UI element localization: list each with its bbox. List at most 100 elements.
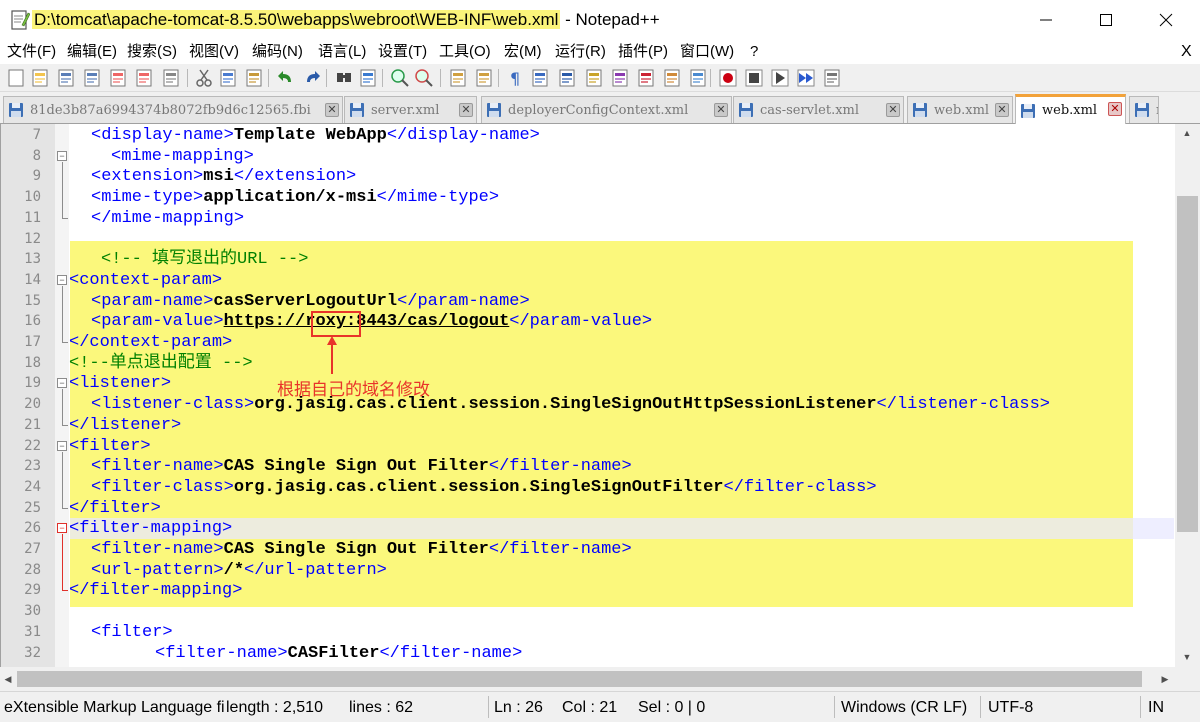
tab-close-icon[interactable]: ✕ (714, 103, 728, 117)
code-line[interactable]: 24 <filter-class>org.jasig.cas.client.ses… (1, 477, 1175, 498)
tab-close-icon[interactable]: ✕ (459, 103, 473, 117)
record-macro-icon[interactable] (718, 68, 738, 88)
menu-run[interactable]: 运行(R) (555, 42, 606, 62)
open-file-icon[interactable] (30, 68, 50, 88)
tab-close-icon[interactable]: ✕ (325, 103, 339, 117)
scroll-right-arrow-icon[interactable]: ▶ (1160, 674, 1170, 684)
code-line[interactable]: 27 <filter-name>CAS Single Sign Out Filte… (1, 539, 1175, 560)
scroll-up-arrow-icon[interactable]: ▲ (1182, 128, 1192, 138)
document-tab[interactable]: deployerConfigContext.xml ✕ (481, 96, 732, 123)
show-all-chars-icon[interactable] (530, 68, 550, 88)
menu-view[interactable]: 视图(V) (189, 42, 239, 62)
play-macro-icon[interactable] (770, 68, 790, 88)
paste-icon[interactable] (244, 68, 264, 88)
replace-icon[interactable] (358, 68, 378, 88)
document-tab[interactable]: web.xml ✕ (907, 96, 1013, 123)
find-icon[interactable] (334, 68, 354, 88)
minimize-button[interactable] (1016, 0, 1076, 40)
code-line[interactable]: 28 <url-pattern>/*</url-pattern> (1, 560, 1175, 581)
code-line[interactable]: 18 <!--单点退出配置 --> (1, 353, 1175, 374)
scroll-left-arrow-icon[interactable]: ◀ (3, 674, 13, 684)
sync-vertical-icon[interactable] (448, 68, 468, 88)
document-tab[interactable]: r (1129, 96, 1159, 123)
menu-window[interactable]: 窗口(W) (680, 42, 734, 62)
redo-icon[interactable] (302, 68, 322, 88)
code-line[interactable]: 12 (1, 229, 1175, 250)
menu-encoding[interactable]: 编码(N) (252, 42, 303, 62)
fold-toggle-icon[interactable]: − (57, 378, 67, 389)
code-line[interactable]: 15 <param-name>casServerLogoutUrl</param-… (1, 291, 1175, 312)
code-line[interactable]: 20 <listener-class>org.jasig.cas.client.s… (1, 394, 1175, 415)
url-value[interactable]: https://roxy:8443/cas/logout (224, 312, 510, 331)
zoom-in-icon[interactable] (390, 68, 410, 88)
code-line[interactable]: 9 <extension>msi</extension> (1, 166, 1175, 187)
code-line[interactable]: 7 <display-name>Template WebApp</display-… (1, 125, 1175, 146)
menu-plugins[interactable]: 插件(P) (618, 42, 668, 62)
menu-help[interactable]: ? (750, 42, 758, 62)
vertical-scrollbar[interactable]: ▲ ▼ (1175, 124, 1200, 667)
menu-file[interactable]: 文件(F) (7, 42, 56, 62)
code-line[interactable]: 8 <mime-mapping> − (1, 146, 1175, 167)
tab-close-icon[interactable]: ✕ (886, 103, 900, 117)
menu-tools[interactable]: 工具(O) (439, 42, 491, 62)
code-line[interactable]: 29 </filter-mapping> (1, 580, 1175, 601)
word-wrap-icon[interactable]: ¶ (506, 68, 526, 88)
code-line[interactable]: 21 </listener> (1, 415, 1175, 436)
code-line[interactable]: 16 <param-value>https://roxy:8443/cas/log… (1, 311, 1175, 332)
cut-icon[interactable] (194, 68, 214, 88)
code-line[interactable]: 30 (1, 601, 1175, 622)
code-line[interactable]: 14 <context-param> − (1, 270, 1175, 291)
stop-macro-icon[interactable] (744, 68, 764, 88)
monitoring-icon[interactable] (688, 68, 708, 88)
close-document-button[interactable]: X (1181, 42, 1192, 62)
save-all-icon[interactable] (82, 68, 102, 88)
menu-search[interactable]: 搜索(S) (127, 42, 177, 62)
undo-icon[interactable] (276, 68, 296, 88)
close-all-icon[interactable] (134, 68, 154, 88)
copy-icon[interactable] (218, 68, 238, 88)
code-line[interactable]: 25 </filter> (1, 498, 1175, 519)
code-line[interactable]: 32 <filter-name>CASFilter</filter-name> (1, 643, 1175, 664)
folder-as-workspace-icon[interactable] (662, 68, 682, 88)
function-list-icon[interactable] (636, 68, 656, 88)
menu-edit[interactable]: 编辑(E) (67, 42, 117, 62)
indent-guide-icon[interactable] (557, 68, 577, 88)
zoom-out-icon[interactable] (414, 68, 434, 88)
code-line[interactable]: 31 <filter> (1, 622, 1175, 643)
close-icon[interactable] (108, 68, 128, 88)
save-macro-icon[interactable] (822, 68, 842, 88)
code-line[interactable]: 19 <listener> − (1, 373, 1175, 394)
tab-close-icon[interactable]: ✕ (995, 103, 1009, 117)
menu-settings[interactable]: 设置(T) (378, 42, 427, 62)
new-file-icon[interactable] (6, 68, 26, 88)
menu-macro[interactable]: 宏(M) (504, 42, 542, 62)
document-tab[interactable]: 81de3b87a6994374b8072fb9d6c12565.fbi ✕ (3, 96, 343, 123)
define-language-icon[interactable] (584, 68, 604, 88)
vertical-scroll-thumb[interactable] (1177, 196, 1198, 532)
code-line[interactable]: 23 <filter-name>CAS Single Sign Out Filte… (1, 456, 1175, 477)
code-line[interactable]: 17 </context-param> (1, 332, 1175, 353)
code-line[interactable]: 22 <filter> − (1, 436, 1175, 457)
editor-area[interactable]: 7 <display-name>Template WebApp</display-… (0, 124, 1175, 667)
document-tab[interactable]: server.xml ✕ (344, 96, 477, 123)
horizontal-scrollbar[interactable]: ◀ ▶ (0, 667, 1175, 691)
tab-close-icon[interactable]: ✕ (1108, 102, 1122, 116)
fold-toggle-icon[interactable]: − (57, 523, 67, 534)
tab-web-xml-active[interactable]: web.xml ✕ (1015, 94, 1126, 124)
code-line[interactable]: 10 <mime-type>application/x-msi</mime-typ… (1, 187, 1175, 208)
maximize-button[interactable] (1076, 0, 1136, 40)
fold-toggle-icon[interactable]: − (57, 440, 67, 451)
document-map-icon[interactable] (610, 68, 630, 88)
fold-toggle-icon[interactable]: − (57, 150, 67, 161)
sync-horizontal-icon[interactable] (474, 68, 494, 88)
horizontal-scroll-thumb[interactable] (17, 671, 1142, 687)
code-line[interactable]: 13 <!-- 填写退出的URL --> (1, 249, 1175, 270)
print-icon[interactable] (161, 68, 181, 88)
code-line[interactable]: 11 </mime-mapping> (1, 208, 1175, 229)
close-window-button[interactable] (1136, 0, 1196, 40)
code-line[interactable]: 26 <filter-mapping> − (1, 518, 1175, 539)
menu-language[interactable]: 语言(L) (318, 42, 366, 62)
save-icon[interactable] (56, 68, 76, 88)
scroll-down-arrow-icon[interactable]: ▼ (1182, 652, 1192, 662)
document-tab[interactable]: cas-servlet.xml ✕ (733, 96, 904, 123)
